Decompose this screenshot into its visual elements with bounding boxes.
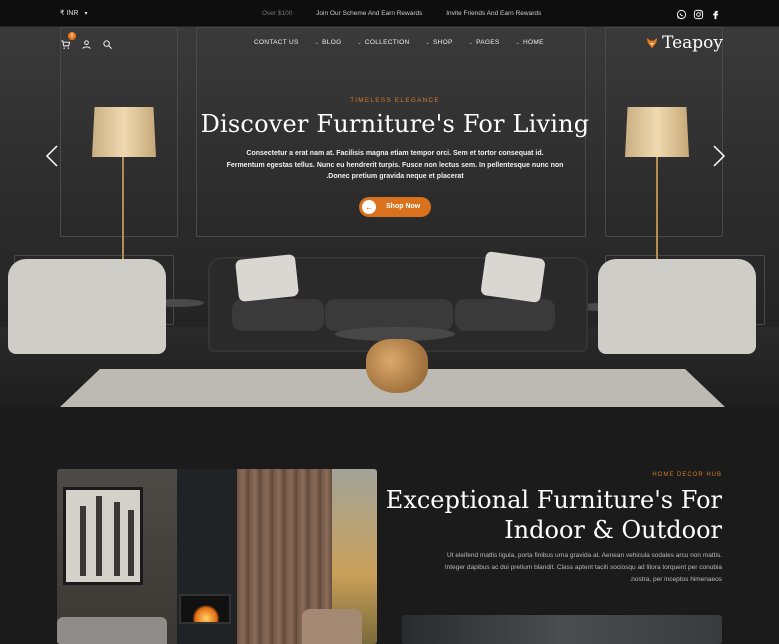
floor-lamp-right [625,107,689,157]
announcement-text: Over $100 [262,10,293,17]
shop-now-label: Shop Now [386,202,421,210]
cart-icon[interactable]: 0 [60,32,76,49]
announcement-bar: ₹ INR ▾ Over $100 Join Our Scheme And Ear… [0,0,779,27]
fire-flame [193,604,219,622]
instagram-icon[interactable] [693,7,704,20]
announcement-text: Invite Friends And Earn Rewards [446,10,542,17]
menu-item-label: COLLECTION [364,39,410,46]
menu-item-home[interactable]: ⌄ HOME [516,39,544,46]
section-title: Exceptional Furniture's For Indoor & Out… [382,485,722,545]
currency-selector[interactable]: ₹ INR ▾ [60,9,87,17]
menu-item-label: HOME [523,39,544,46]
hero-title: Discover Furniture's For Living [200,110,590,138]
fireplace [179,594,231,624]
section-title-line: Indoor & Outdoor [504,516,722,544]
header-actions: 0 [60,32,113,49]
menu-item-pages[interactable]: ⌄ PAGES [469,39,500,46]
shop-now-button[interactable]: ← Shop Now [359,196,431,217]
social-links [676,7,721,20]
armchair-left [8,259,166,354]
hero-eyebrow: TIMELESS ELEGANCE [350,97,440,104]
currency-label: ₹ INR [60,10,79,17]
search-icon[interactable] [102,37,113,49]
announcement-marquee: Over $100 Join Our Scheme And Earn Rewar… [262,10,563,17]
hero-description: Consectetur a erat nam at. Facilisis mag… [200,148,590,183]
menu-item-contact[interactable]: CONTACT US [254,39,299,46]
floor-lamp-left [92,107,156,157]
section-desc-line: Ut eleifend mattis ligula, porta finibus… [447,552,722,559]
hero-desc-line: Fermentum egestas tellus. Nunc eu hendre… [226,161,564,169]
sofa-pillow [480,251,546,303]
fox-logo-icon [646,37,658,49]
photo-sofa [57,617,167,644]
tree-shape [96,496,102,576]
tree-shape [80,506,86,576]
main-header: 0 CONTACT US ⌄ BLOG ⌄ COLLECTION ⌄ SHOP ⌄ PA… [0,27,779,63]
section-desc-line: .nostra, per inceptos himenaeos [629,576,723,583]
tree-shape [128,510,134,576]
section-title-line: Exceptional Furniture's For [385,486,722,514]
menu-item-collection[interactable]: ⌄ COLLECTION [357,39,409,46]
tree-shape [114,502,120,576]
chevron-down-icon: ⌄ [314,40,320,46]
slider-prev-button[interactable] [44,144,60,168]
hero-content: TIMELESS ELEGANCE Discover Furniture's F… [200,97,590,217]
facebook-icon[interactable] [710,7,721,20]
section-eyebrow: HOME DECOR HUB [652,472,722,478]
chevron-down-icon: ⌄ [357,40,362,46]
menu-item-shop[interactable]: ⌄ SHOP [425,39,452,46]
photo-chair [302,609,362,644]
secondary-photo [402,615,722,644]
sofa-pillow [234,253,300,303]
menu-item-label: SHOP [432,39,453,46]
main-menu: CONTACT US ⌄ BLOG ⌄ COLLECTION ⌄ SHOP ⌄ PAGE… [254,39,544,46]
chevron-down-icon: ▾ [84,11,88,17]
sofa-cushion [232,299,324,331]
chevron-down-icon: ⌄ [425,40,430,46]
cart-count-badge: 0 [68,32,76,40]
announcement-text: Join Our Scheme And Earn Rewards [316,10,423,17]
menu-item-label: PAGES [476,39,500,46]
coffee-table-base [366,339,428,393]
user-icon[interactable] [81,37,92,49]
chevron-down-icon: ⌄ [515,40,521,46]
chevron-down-icon: ⌄ [468,40,474,46]
site-logo[interactable]: Teapoy [645,33,723,53]
arrow-left-icon: ← [362,199,376,214]
featured-section: HOME DECOR HUB Exceptional Furniture's F… [0,407,779,644]
wall-art [63,487,143,585]
whatsapp-icon[interactable] [676,7,687,20]
interior-photo [57,469,377,644]
sofa-cushion [455,299,555,331]
section-description: Ut eleifend mattis ligula, porta finibus… [402,550,722,586]
menu-item-blog[interactable]: ⌄ BLOG [315,39,342,46]
hero-desc-line: .Donec pretium gravida neque et placerat [326,173,464,180]
hero-desc-line: Consectetur a erat nam at. Facilisis mag… [246,150,544,157]
slider-next-button[interactable] [711,144,727,168]
menu-item-label: CONTACT US [254,39,299,46]
section-desc-line: Integer dapibus ac dui pretium blandit. … [444,564,722,571]
hero-slider: 0 CONTACT US ⌄ BLOG ⌄ COLLECTION ⌄ SHOP ⌄ PA… [0,27,779,407]
logo-text: Teapoy [662,33,723,53]
menu-item-label: BLOG [322,39,342,46]
armchair-right [598,259,756,354]
